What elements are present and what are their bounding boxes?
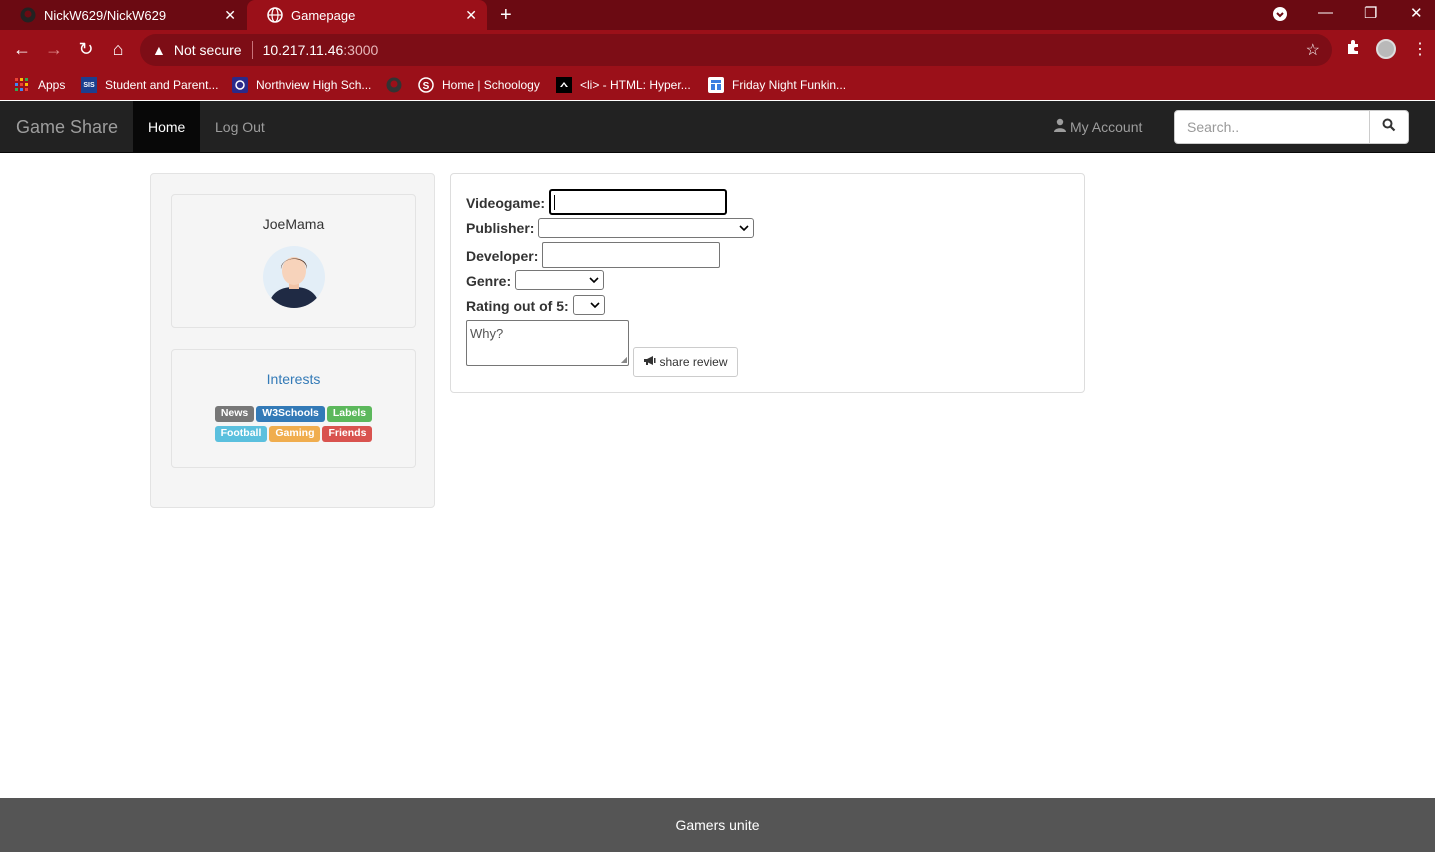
rating-label: Rating out of 5: [466,298,569,314]
interest-label: W3Schools [256,406,325,422]
restore-icon[interactable]: ❐ [1364,4,1377,22]
footer-text: Gamers unite [675,817,760,833]
bookmark-schoology[interactable]: S Home | Schoology [418,75,540,95]
interest-label: News [214,406,255,422]
profile-avatar-icon[interactable] [1376,39,1396,59]
developer-input[interactable] [542,242,720,268]
search-icon [1382,118,1396,137]
nav-my-account[interactable]: My Account [1053,118,1142,135]
developer-label: Developer: [466,248,539,264]
divider [251,41,253,59]
schoology-icon: S [418,77,434,93]
minimize-icon[interactable]: — [1318,4,1333,21]
bookmark-github[interactable] [386,75,410,95]
videogame-input[interactable] [549,189,727,215]
interest-labels: News W3Schools Labels Football Gaming Friends [172,402,415,442]
game-icon [708,77,724,93]
bookmark-student-parent[interactable]: SIS Student and Parent... [81,75,218,95]
mdn-icon [556,77,572,93]
interest-label: Gaming [269,426,321,442]
avatar [262,245,326,309]
svg-text:S: S [423,81,430,92]
bookmark-northview[interactable]: Northview High Sch... [232,75,371,95]
genre-select[interactable] [515,270,604,290]
tab-title: Gamepage [291,7,356,23]
search-input[interactable] [1174,110,1370,144]
rating-select[interactable] [573,295,605,315]
nav-home[interactable]: Home [133,101,201,152]
bookmarks-bar: Apps SIS Student and Parent... Northview… [0,70,1435,100]
browser-tab-github[interactable]: NickW629/NickW629 ✕ [0,0,246,30]
bookmark-mdn[interactable]: <li> - HTML: Hyper... [556,75,691,95]
username: JoeMama [262,216,325,232]
reload-icon[interactable]: ↻ [75,39,97,60]
globe-icon [267,7,283,23]
url-text[interactable]: 10.217.11.46:3000 [263,42,379,58]
share-review-button[interactable]: share review [633,347,738,377]
interest-label: Football [214,426,268,442]
bookmark-fnf[interactable]: Friday Night Funkin... [708,75,846,95]
chevron-down-icon [590,297,600,316]
sidebar: JoeMama Interests News W3Schools Labels Foo… [150,173,435,508]
profile-card: JoeMama [171,194,416,328]
school-icon [232,77,248,93]
interests-card: Interests News W3Schools Labels Football Gam… [171,349,416,468]
review-form: Videogame: Publisher: Developer: Genre: … [450,173,1085,393]
close-tab-icon[interactable]: ✕ [465,7,477,24]
home-icon[interactable]: ⌂ [107,39,129,60]
github-icon [20,7,36,23]
interest-label: Friends [322,426,373,442]
menu-kebab-icon[interactable]: ⋮ [1412,39,1428,59]
sis-icon: SIS [81,77,97,93]
interests-title[interactable]: Interests [172,371,415,387]
publisher-label: Publisher: [466,220,535,236]
publisher-select[interactable] [538,218,754,238]
forward-icon[interactable]: → [43,39,65,60]
genre-label: Genre: [466,273,512,289]
browser-tabstrip: NickW629/NickW629 ✕ Gamepage ✕ + — ❐ ✕ [0,0,1435,30]
why-textarea[interactable]: Why? ◢ [466,320,629,366]
bookmark-star-icon[interactable]: ☆ [1306,40,1320,60]
new-tab-icon[interactable]: + [500,4,512,27]
close-window-icon[interactable]: ✕ [1410,4,1423,22]
tab-search-icon[interactable] [1272,6,1288,26]
apps-grid-icon [14,77,30,93]
resize-grip-icon[interactable]: ◢ [621,355,627,364]
bookmark-apps[interactable]: Apps [14,75,65,95]
security-status[interactable]: Not secure [174,42,242,58]
user-icon [1053,118,1067,135]
close-tab-icon[interactable]: ✕ [224,7,236,24]
nav-logout[interactable]: Log Out [200,101,280,152]
browser-tab-gamepage[interactable]: Gamepage ✕ [247,0,487,30]
github-icon [386,77,402,93]
back-icon[interactable]: ← [11,39,33,60]
videogame-label: Videogame: [466,195,546,211]
brand-link[interactable]: Game Share [16,117,118,138]
address-bar[interactable]: ▲ Not secure 10.217.11.46:3000 ☆ [140,34,1332,66]
warning-icon: ▲ [152,42,166,58]
tab-title: NickW629/NickW629 [44,7,167,23]
interest-label: Labels [326,406,373,422]
chevron-down-icon [589,272,599,291]
browser-toolbar: ← → ↻ ⌂ ▲ Not secure 10.217.11.46:3000 ☆… [0,30,1435,70]
bullhorn-icon [643,355,656,369]
chevron-down-icon [739,220,749,239]
footer: Gamers unite [0,798,1435,852]
search-button[interactable] [1369,110,1409,144]
extensions-icon[interactable] [1345,39,1361,60]
